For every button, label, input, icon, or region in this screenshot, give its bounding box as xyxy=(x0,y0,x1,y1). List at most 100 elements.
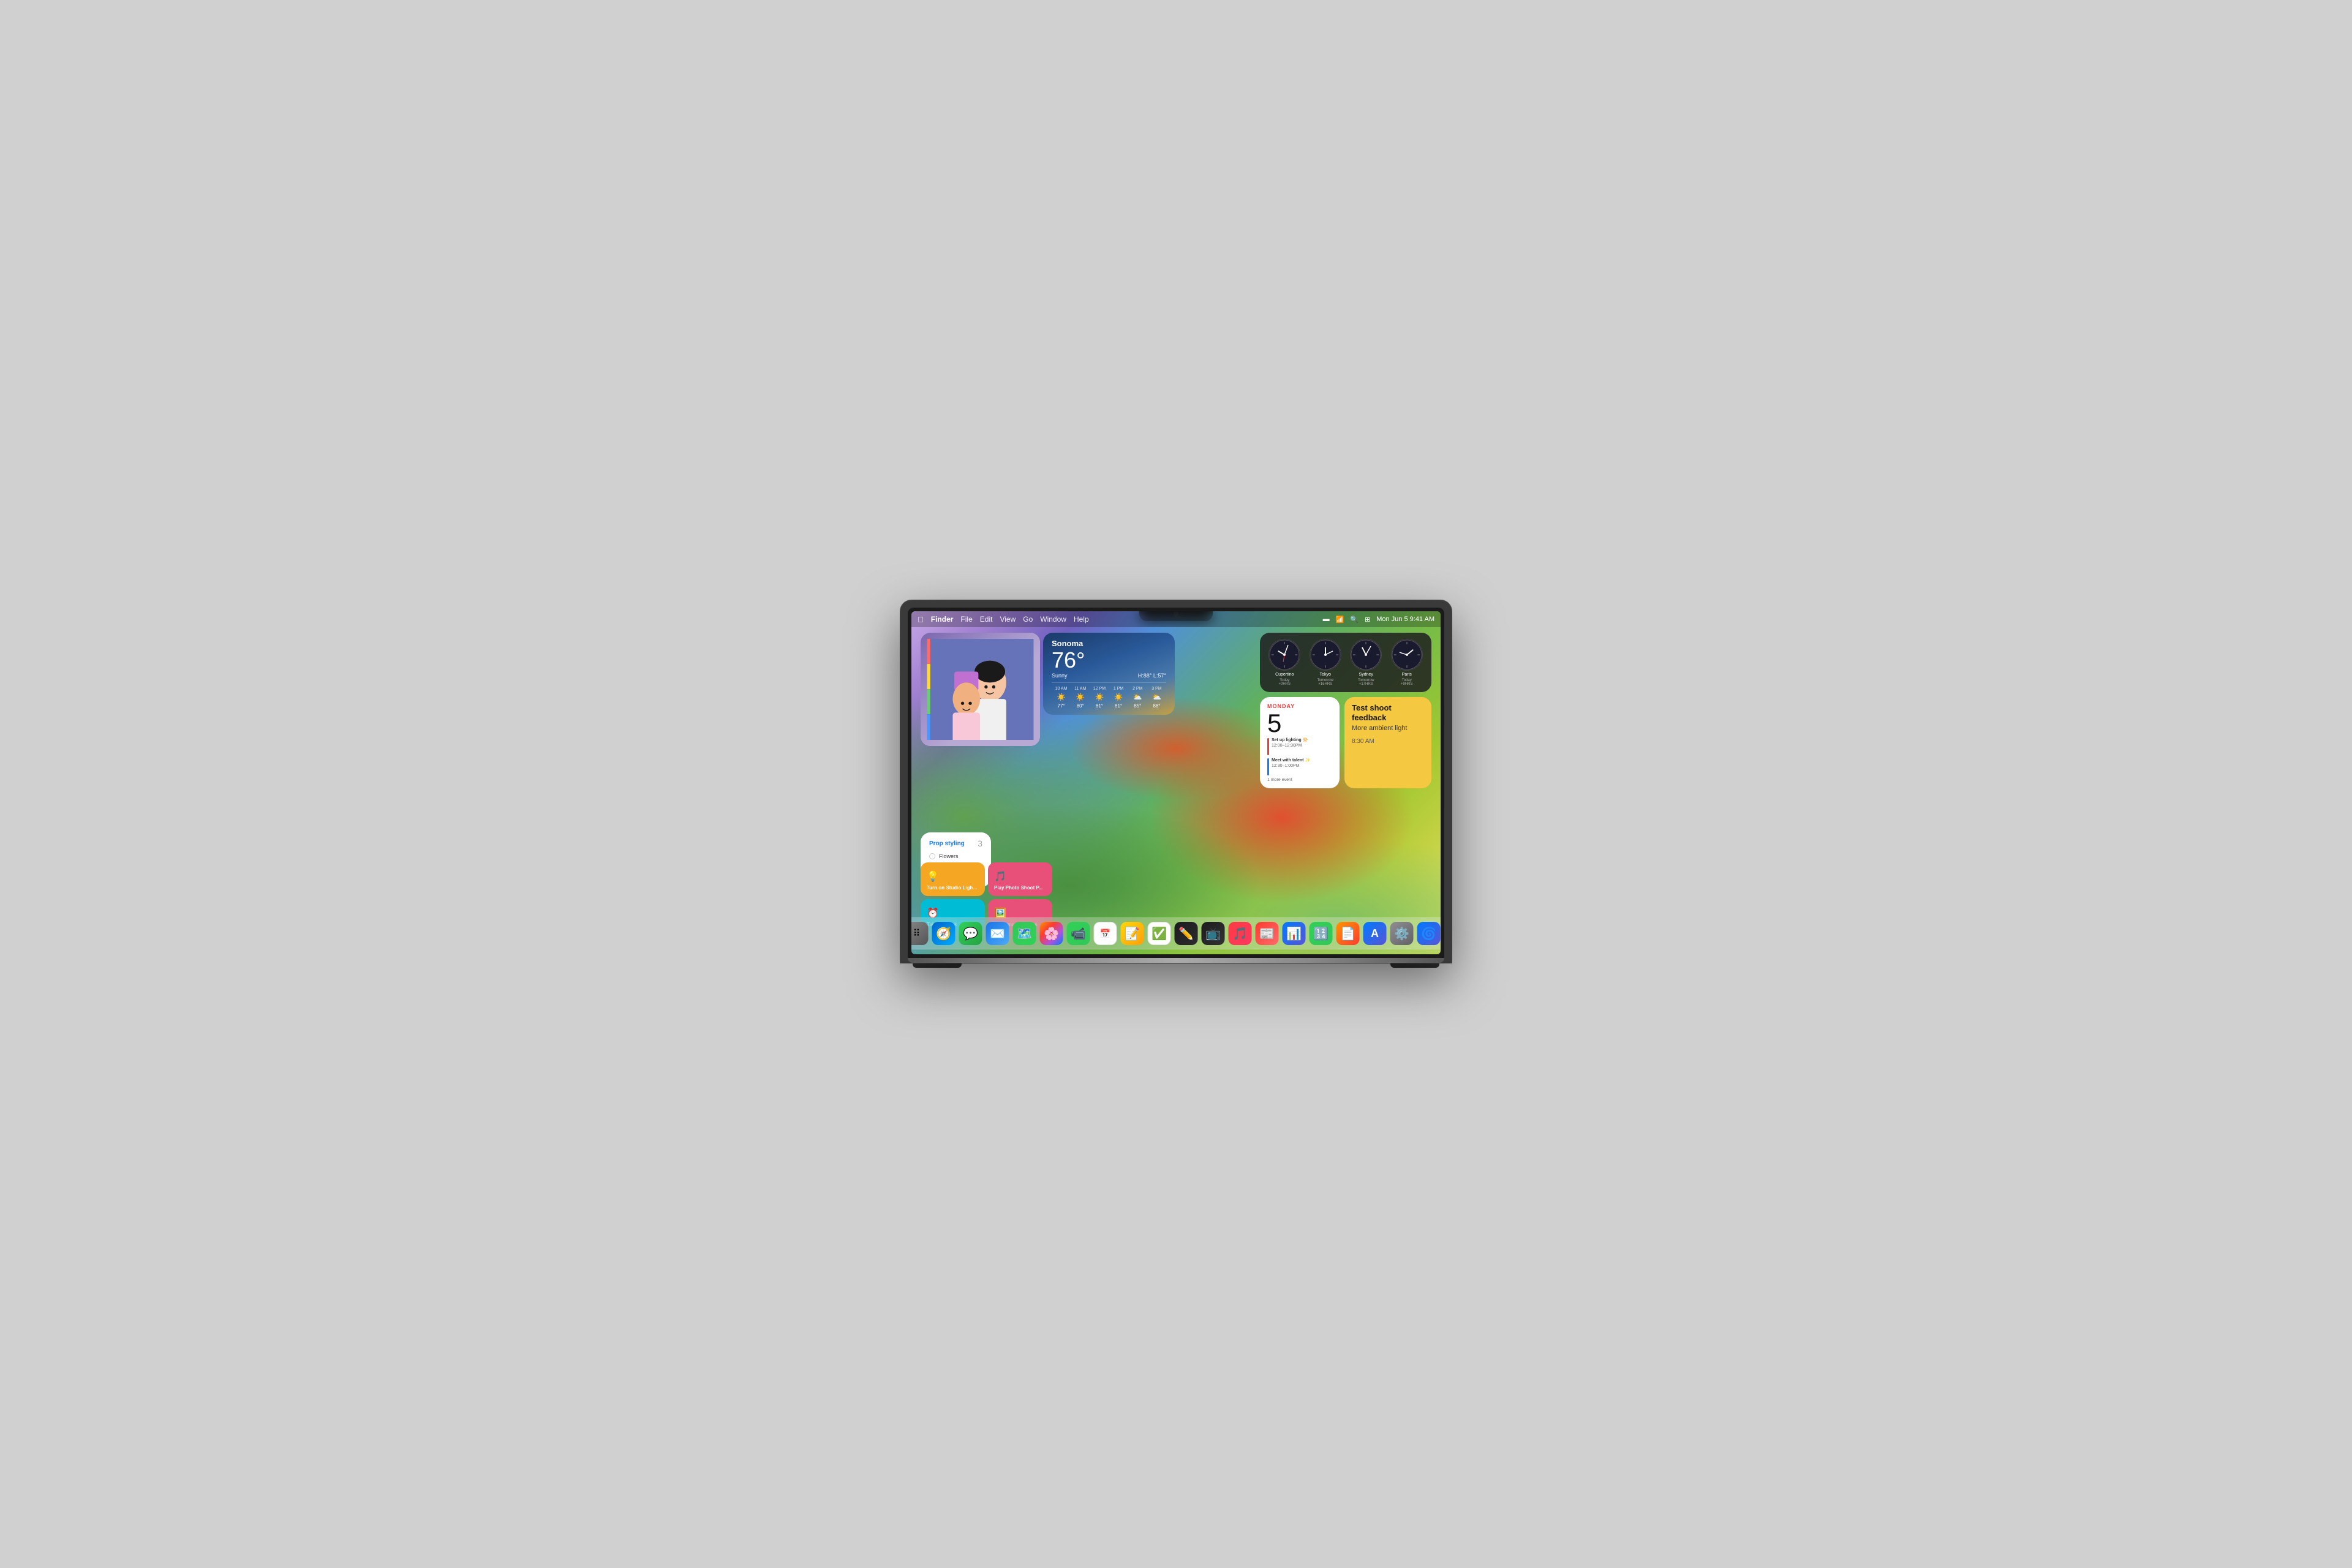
settings-icon: ⚙️ xyxy=(1394,926,1409,941)
notes-subtitle: More ambient light xyxy=(1352,725,1424,732)
desktop-screen[interactable]:  Finder File Edit View Go Window Help ▬… xyxy=(911,611,1441,954)
clock-paris: Paris Today +9HRS xyxy=(1390,639,1425,686)
dock-mail[interactable]: ✉️ xyxy=(986,922,1009,945)
notes-widget[interactable]: Test shoot feedback More ambient light 8… xyxy=(1344,697,1431,788)
reminder-text-0: Flowers xyxy=(939,853,959,859)
dock-tv[interactable]: 📺 xyxy=(1202,922,1225,945)
reminder-circle-0 xyxy=(929,853,935,859)
weather-hilo: H:88° L:57° xyxy=(1138,673,1166,679)
dock-launchpad[interactable]: ⠿ xyxy=(911,922,929,945)
menubar:  Finder File Edit View Go Window Help ▬… xyxy=(911,611,1441,627)
apple-menu[interactable]:  xyxy=(918,615,924,624)
facetime-icon: 📹 xyxy=(1071,926,1086,941)
dock-siri[interactable]: 🌀 xyxy=(1417,922,1441,945)
dock-notes[interactable]: 📝 xyxy=(1121,922,1144,945)
safari-icon: 🧭 xyxy=(936,926,951,941)
boardroom-icon: 📊 xyxy=(1286,926,1302,941)
dock-safari[interactable]: 🧭 xyxy=(932,922,956,945)
shortcut-icon-0: 💡 xyxy=(927,870,979,883)
weather-condition: Sunny xyxy=(1052,673,1068,679)
weather-temp: 76° xyxy=(1052,649,1166,671)
messages-icon: 💬 xyxy=(963,926,978,941)
menubar-edit[interactable]: Edit xyxy=(980,615,993,624)
search-icon[interactable]: 🔍 xyxy=(1350,616,1359,624)
dock-facetime[interactable]: 📹 xyxy=(1067,922,1090,945)
dock-news[interactable]: 📰 xyxy=(1256,922,1279,945)
photo-widget[interactable] xyxy=(921,633,1040,746)
wifi-icon: 📶 xyxy=(1336,616,1344,624)
calendar-icon: 📅 xyxy=(1100,929,1110,939)
shortcut-studio-light[interactable]: 💡 Turn on Studio Ligh... xyxy=(921,862,985,896)
laptop-body:  Finder File Edit View Go Window Help ▬… xyxy=(900,600,1452,963)
calendar-widget[interactable]: MONDAY 5 Set up lighting 🔆 12:00–12:30PM xyxy=(1260,697,1340,788)
weather-hour-4: 2 PM ⛅ 85° xyxy=(1128,687,1147,709)
dock-calendar[interactable]: 📅 xyxy=(1094,922,1117,945)
dock-appstore[interactable]: A xyxy=(1363,922,1387,945)
freeform-icon: ✏️ xyxy=(1178,926,1194,941)
cal-date-num: 5 xyxy=(1267,710,1332,736)
dock-maps[interactable]: 🗺️ xyxy=(1013,922,1036,945)
cal-more-events: 1 more event xyxy=(1267,778,1332,782)
laptop-container:  Finder File Edit View Go Window Help ▬… xyxy=(900,600,1452,968)
notes-title: Test shoot feedback xyxy=(1352,703,1424,722)
clock-face-sydney xyxy=(1350,639,1382,671)
shortcut-label-1: Play Photo Shoot P... xyxy=(994,885,1046,891)
control-center-icon[interactable]: ⊞ xyxy=(1365,616,1370,624)
weather-widget[interactable]: Sonoma 76° Sunny H:88° L:57° 10 AM ☀️ 77… xyxy=(1043,633,1175,715)
menubar-app-name[interactable]: Finder xyxy=(931,615,954,624)
dock-settings[interactable]: ⚙️ xyxy=(1390,922,1414,945)
dock-messages[interactable]: 💬 xyxy=(959,922,982,945)
clock-face-paris xyxy=(1391,639,1423,671)
music-icon: 🎵 xyxy=(1232,926,1248,941)
weather-hour-2: 12 PM ☀️ 81° xyxy=(1090,687,1109,709)
menubar-window[interactable]: Window xyxy=(1040,615,1066,624)
menubar-file[interactable]: File xyxy=(960,615,972,624)
menubar-left:  Finder File Edit View Go Window Help xyxy=(918,615,1089,624)
launchpad-icon: ⠿ xyxy=(913,927,921,940)
weather-hour-5: 3 PM ⛅ 88° xyxy=(1147,687,1166,709)
dock-photos[interactable]: 🌸 xyxy=(1040,922,1063,945)
dock-freeform[interactable]: ✏️ xyxy=(1175,922,1198,945)
shortcut-photo-shoot[interactable]: 🎵 Play Photo Shoot P... xyxy=(988,862,1052,896)
weather-hour-1: 11 AM ☀️ 80° xyxy=(1071,687,1090,709)
reminders-icon: ✅ xyxy=(1152,926,1167,941)
cal-event-0: Set up lighting 🔆 12:00–12:30PM xyxy=(1267,737,1332,755)
menubar-go[interactable]: Go xyxy=(1023,615,1033,624)
battery-icon: ▬ xyxy=(1323,616,1330,623)
dock-numbers[interactable]: 🔢 xyxy=(1310,922,1333,945)
widgets-top-right: Cupertino Today +0HRS xyxy=(1260,633,1431,788)
clock-face-cupertino xyxy=(1268,639,1300,671)
mail-icon: ✉️ xyxy=(990,926,1005,941)
maps-icon: 🗺️ xyxy=(1017,926,1032,941)
dock-pages[interactable]: 📄 xyxy=(1336,922,1360,945)
menubar-view[interactable]: View xyxy=(1000,615,1016,624)
reminders-title: Prop styling xyxy=(929,840,965,847)
screen-bezel:  Finder File Edit View Go Window Help ▬… xyxy=(908,608,1444,958)
clock-widget[interactable]: Cupertino Today +0HRS xyxy=(1260,633,1431,692)
menubar-help[interactable]: Help xyxy=(1074,615,1089,624)
numbers-icon: 🔢 xyxy=(1313,926,1329,941)
pages-icon: 📄 xyxy=(1340,926,1355,941)
dock-music[interactable]: 🎵 xyxy=(1229,922,1252,945)
appstore-icon: A xyxy=(1371,927,1379,940)
dock-reminders[interactable]: ✅ xyxy=(1148,922,1171,945)
weather-hour-0: 10 AM ☀️ 77° xyxy=(1052,687,1071,709)
photos-icon: 🌸 xyxy=(1044,926,1059,941)
clock-tokyo: Tokyo Tomorrow +16HRS xyxy=(1308,639,1343,686)
widgets-calendar-row: MONDAY 5 Set up lighting 🔆 12:00–12:30PM xyxy=(1260,697,1431,788)
siri-icon: 🌀 xyxy=(1421,926,1436,941)
cal-event-bar-1 xyxy=(1267,758,1269,775)
clock-sydney: Sydney Tomorrow +17HRS xyxy=(1349,639,1384,686)
cal-event-text-0: Set up lighting 🔆 12:00–12:30PM xyxy=(1272,737,1308,748)
laptop-stand xyxy=(908,958,1444,963)
reminders-header: Prop styling 3 xyxy=(929,839,982,848)
clock-face-tokyo xyxy=(1310,639,1341,671)
weather-location: Sonoma xyxy=(1052,639,1166,648)
weather-forecast: 10 AM ☀️ 77° 11 AM ☀️ 80° 12 PM ☀️ 8 xyxy=(1052,682,1166,709)
notes-icon: 📝 xyxy=(1125,926,1140,941)
reminders-count: 3 xyxy=(978,839,982,848)
menubar-right: ▬ 📶 🔍 ⊞ Mon Jun 5 9:41 AM xyxy=(1323,616,1434,624)
dock-boardroom[interactable]: 📊 xyxy=(1283,922,1306,945)
shortcut-icon-1: 🎵 xyxy=(994,870,1046,883)
shortcut-label-0: Turn on Studio Ligh... xyxy=(927,885,979,891)
